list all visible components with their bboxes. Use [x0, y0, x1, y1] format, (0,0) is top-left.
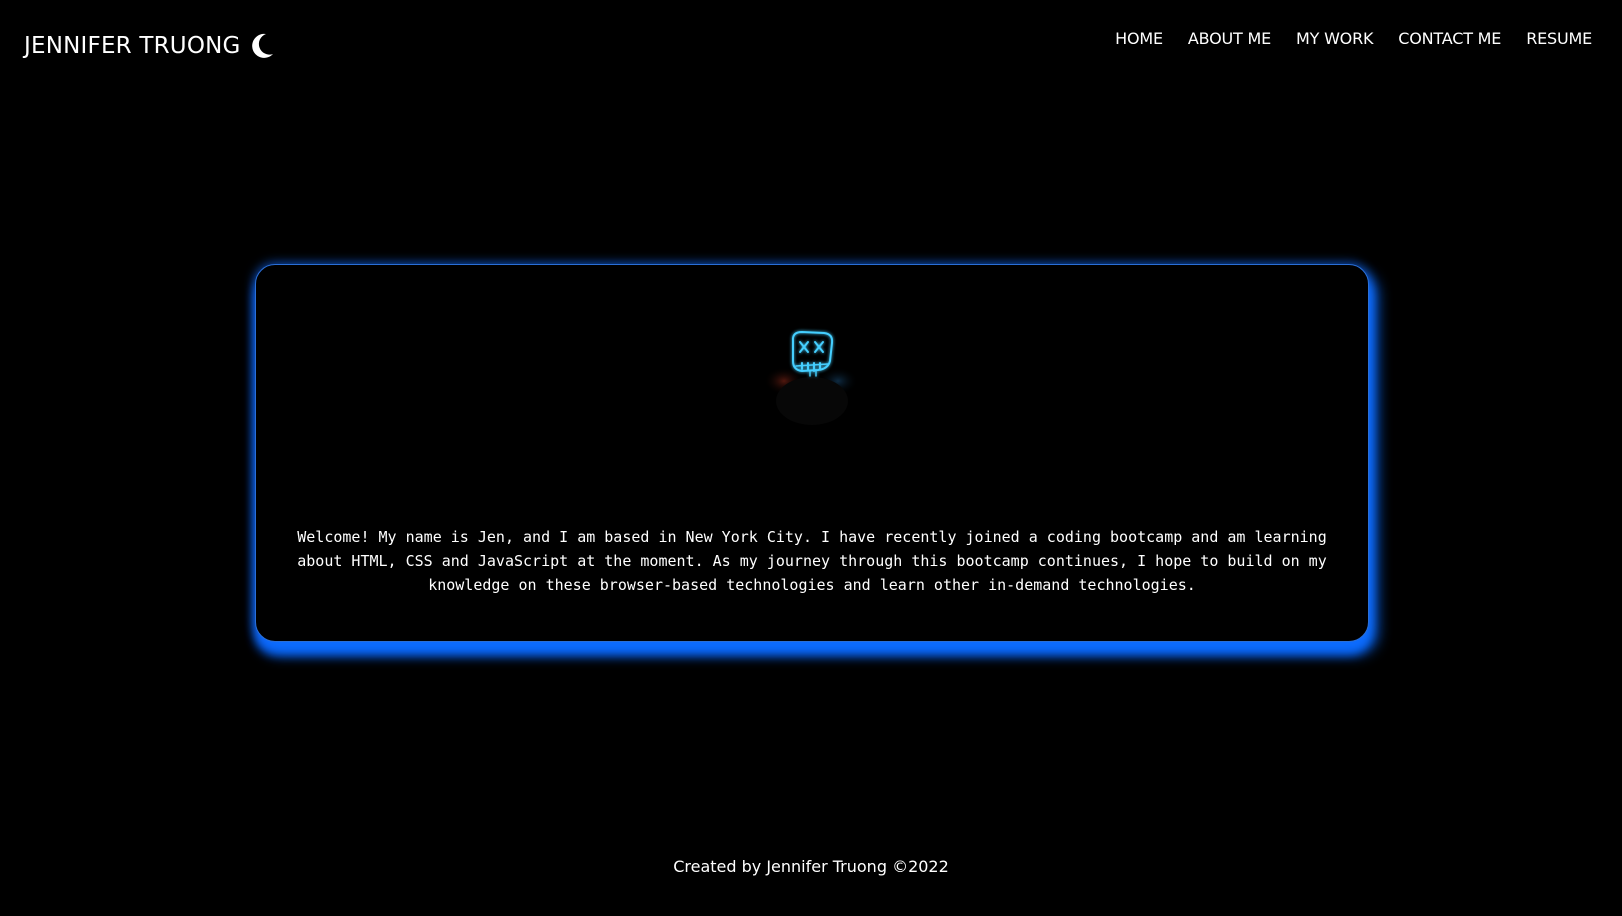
- site-header: JENNIFER TRUONG HOME ABOUT ME MY WORK CO…: [0, 0, 1622, 90]
- footer: Created by Jennifer Truong ©2022: [0, 856, 1622, 878]
- main-nav: HOME ABOUT ME MY WORK CONTACT ME RESUME: [1115, 28, 1592, 50]
- brand: JENNIFER TRUONG: [24, 30, 275, 62]
- moon-icon[interactable]: [249, 32, 275, 60]
- neon-mask-icon: [742, 321, 882, 431]
- hero-card: Welcome! My name is Jen, and I am based …: [255, 264, 1369, 642]
- nav-contact-me[interactable]: CONTACT ME: [1398, 28, 1501, 50]
- intro-text: Welcome! My name is Jen, and I am based …: [297, 528, 1327, 594]
- nav-about-me[interactable]: ABOUT ME: [1188, 28, 1271, 50]
- footer-copyright: Created by Jennifer Truong ©2022: [673, 857, 949, 876]
- nav-home[interactable]: HOME: [1115, 28, 1163, 50]
- nav-resume[interactable]: RESUME: [1526, 28, 1592, 50]
- brand-name[interactable]: JENNIFER TRUONG: [24, 30, 241, 62]
- nav-my-work[interactable]: MY WORK: [1296, 28, 1373, 50]
